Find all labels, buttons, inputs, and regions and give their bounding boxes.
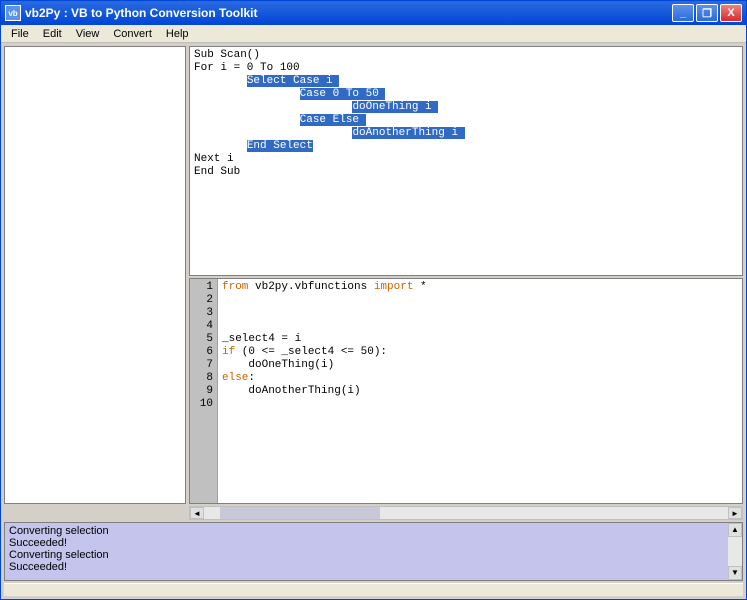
window-buttons: _ ❐ X [672, 4, 742, 22]
vb-source-editor[interactable]: Sub Scan() For i = 0 To 100 Select Case … [189, 46, 743, 276]
scroll-thumb[interactable] [220, 507, 380, 519]
vb-line-indent [194, 101, 352, 113]
horizontal-scroll-area: ◄ ► [4, 506, 743, 520]
upper-panes: Sub Scan() For i = 0 To 100 Select Case … [4, 46, 743, 504]
scroll-right-icon[interactable]: ► [728, 507, 742, 519]
py-line: doAnotherThing(i) [222, 385, 361, 397]
vb-line: Next i [194, 153, 234, 165]
log-vertical-scrollbar[interactable]: ▲ ▼ [728, 523, 742, 580]
py-keyword: if [222, 346, 235, 358]
log-line: Succeeded! [9, 537, 738, 549]
menu-edit[interactable]: Edit [37, 27, 68, 41]
menubar: File Edit View Convert Help [1, 25, 746, 43]
menu-file[interactable]: File [5, 27, 35, 41]
menu-view[interactable]: View [70, 27, 106, 41]
log-line: Succeeded! [9, 561, 738, 573]
app-window: vb vb2Py : VB to Python Conversion Toolk… [0, 0, 747, 600]
maximize-button[interactable]: ❐ [696, 4, 718, 22]
scroll-up-icon[interactable]: ▲ [728, 523, 742, 537]
code-panes: Sub Scan() For i = 0 To 100 Select Case … [189, 46, 743, 504]
menu-help[interactable]: Help [160, 27, 195, 41]
py-keyword: import [374, 281, 414, 293]
vb-line: End Sub [194, 166, 240, 178]
vb-selection: Select Case i [247, 75, 333, 87]
vb-selection: Case Else [300, 114, 359, 126]
titlebar[interactable]: vb vb2Py : VB to Python Conversion Toolk… [1, 1, 746, 25]
log-line: Converting selection [9, 549, 738, 561]
tree-pane[interactable] [4, 46, 186, 504]
app-icon: vb [5, 5, 21, 21]
vb-line-indent [194, 140, 247, 152]
vb-line-indent [194, 75, 247, 87]
close-button[interactable]: X [720, 4, 742, 22]
py-keyword: from [222, 281, 248, 293]
client-area: Sub Scan() For i = 0 To 100 Select Case … [1, 43, 746, 599]
window-title: vb2Py : VB to Python Conversion Toolkit [25, 6, 672, 20]
python-output-editor[interactable]: 1 2 3 4 5 6 7 8 9 10 from vb2py.vbfuncti… [189, 278, 743, 504]
py-keyword: else [222, 372, 248, 384]
py-line: doOneThing(i) [222, 359, 334, 371]
vb-line: For i = 0 To 100 [194, 62, 300, 74]
scroll-down-icon[interactable]: ▼ [728, 566, 742, 580]
vb-line: Sub Scan() [194, 49, 260, 61]
status-bar [4, 583, 743, 596]
vb-selection: End Select [247, 140, 313, 152]
python-code-area[interactable]: from vb2py.vbfunctions import * _select4… [218, 279, 742, 503]
line-number-gutter: 1 2 3 4 5 6 7 8 9 10 [190, 279, 218, 503]
vb-selection: doOneThing i [352, 101, 431, 113]
vb-selection: doAnotherThing i [352, 127, 458, 139]
vb-line-indent [194, 114, 300, 126]
log-line: Converting selection [9, 525, 738, 537]
vb-selection: Case 0 To 50 [300, 88, 379, 100]
menu-convert[interactable]: Convert [107, 27, 158, 41]
scroll-left-icon[interactable]: ◄ [190, 507, 204, 519]
vb-line-indent [194, 127, 352, 139]
vb-line-indent [194, 88, 300, 100]
horizontal-scrollbar[interactable]: ◄ ► [189, 506, 743, 520]
minimize-button[interactable]: _ [672, 4, 694, 22]
log-pane[interactable]: Converting selection Succeeded! Converti… [4, 522, 743, 581]
py-line: _select4 = i [222, 333, 301, 345]
